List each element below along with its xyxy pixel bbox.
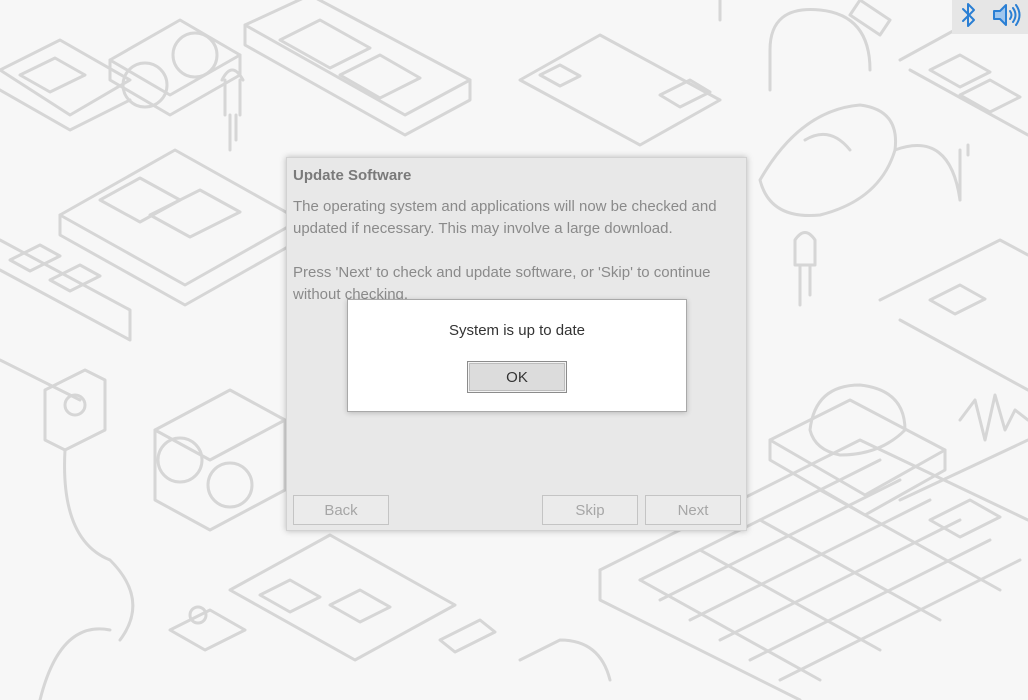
skip-button[interactable]: Skip [542,495,638,525]
ultrasonic-sensor-icon [108,18,242,117]
wizard-description: The operating system and applications wi… [293,198,717,237]
led-icon [220,68,245,152]
raspberry-pi-left-icon [58,148,302,307]
circuit-board-icon [0,38,132,132]
next-button[interactable]: Next [645,495,741,525]
ribbon-cable-icon [518,33,722,147]
cable-icon [718,0,892,92]
pcb-bottom-left-icon [228,533,457,662]
joystick-icon [768,383,947,517]
system-tray [952,0,1028,34]
dialog-message: System is up to date [449,322,585,339]
ultrasonic-left-icon [153,388,287,532]
mouse-icon [758,103,970,218]
wizard-title: Update Software [293,167,412,184]
led-right-icon [793,231,817,307]
breadboard-right-icon [878,238,1028,392]
hdmi-cable-icon [438,618,612,682]
camera-module-icon [43,368,107,452]
ok-button[interactable]: OK [467,361,567,393]
volume-icon[interactable] [992,2,1022,33]
bluetooth-icon[interactable] [959,1,979,34]
back-button[interactable]: Back [293,495,389,525]
wave-icon [958,393,1028,442]
raspberry-pi-board-icon [243,0,472,137]
cable-left-icon [38,448,135,700]
button-icon [168,605,247,652]
up-to-date-dialog: System is up to date OK [347,299,687,412]
